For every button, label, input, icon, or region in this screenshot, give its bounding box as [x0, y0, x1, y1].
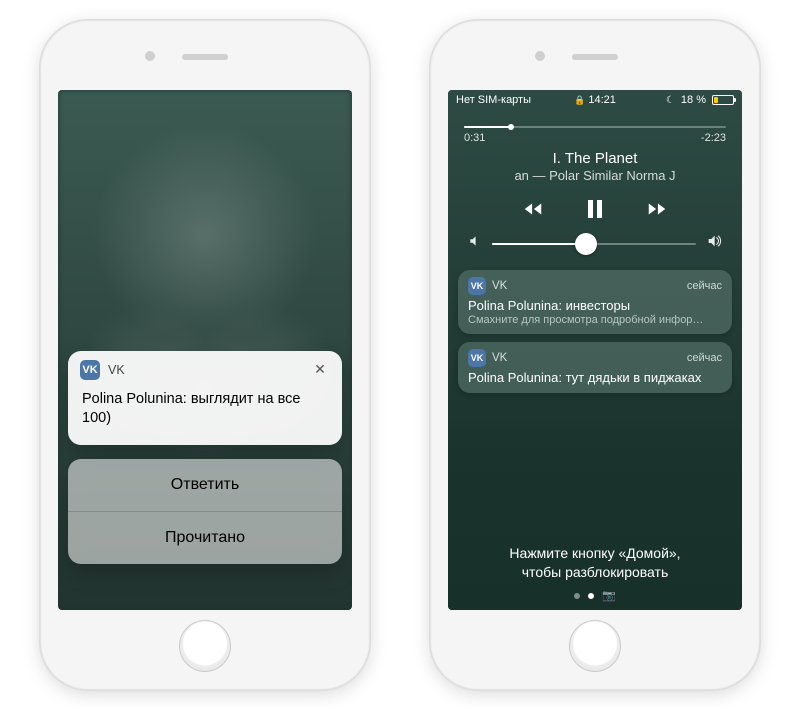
screen-right: Нет SIM-карты 🔒14:21 ☾ 18 % 0:31 -2:23 I…	[448, 90, 742, 610]
status-bar: Нет SIM-карты 🔒14:21 ☾ 18 %	[448, 90, 742, 110]
battery-icon	[712, 95, 734, 105]
volume-slider[interactable]	[492, 243, 696, 245]
notification-app-name: VK	[492, 352, 507, 364]
track-artist: an — Polar Similar Norma J	[464, 168, 726, 183]
notification-time: сейчас	[687, 280, 722, 292]
vk-app-icon: VK	[80, 360, 100, 380]
lockscreen-notification[interactable]: VK VK сейчас Polina Polunina: тут дядьки…	[458, 342, 732, 393]
vk-app-icon: VK	[468, 277, 486, 295]
next-track-button[interactable]	[643, 197, 671, 221]
page-dot-active	[588, 593, 594, 599]
elapsed-time: 0:31	[464, 132, 485, 144]
phone-frame-right: Нет SIM-карты 🔒14:21 ☾ 18 % 0:31 -2:23 I…	[430, 20, 760, 690]
notification-app-name: VK	[492, 280, 507, 292]
notification-message: Polina Polunina: выглядит на все 100)	[68, 384, 342, 445]
close-icon[interactable]: ✕	[310, 360, 330, 380]
previous-track-button[interactable]	[519, 197, 547, 221]
volume-high-icon	[706, 233, 722, 254]
notification-header: VK VK ✕	[68, 351, 342, 384]
page-indicator: 📷	[448, 589, 742, 602]
volume-low-icon	[468, 234, 482, 253]
reply-button[interactable]: Ответить	[68, 459, 342, 511]
phone-frame-left: VK VK ✕ Polina Polunina: выглядит на все…	[40, 20, 370, 690]
notification-time: сейчас	[687, 352, 722, 364]
media-player: 0:31 -2:23 I. The Planet an — Polar Simi…	[448, 110, 742, 260]
lock-icon: 🔒	[574, 95, 585, 105]
screen-left: VK VK ✕ Polina Polunina: выглядит на все…	[58, 90, 352, 610]
notification-actions-panel: Ответить Прочитано	[68, 459, 342, 564]
pause-button[interactable]	[581, 197, 609, 221]
vk-app-icon: VK	[468, 349, 486, 367]
unlock-hint: Нажмите кнопку «Домой», чтобы разблокиро…	[448, 544, 742, 582]
camera-icon[interactable]: 📷	[602, 589, 616, 602]
home-button[interactable]	[179, 620, 231, 672]
notification-hint: Смахните для просмотра подробной инфор…	[468, 314, 722, 326]
mark-read-button[interactable]: Прочитано	[68, 511, 342, 564]
notification-app-name: VK	[108, 363, 125, 377]
notification-message: Polina Polunina: тут дядьки в пиджаках	[468, 370, 722, 385]
home-button[interactable]	[569, 620, 621, 672]
lockscreen-notification[interactable]: VK VK сейчас Polina Polunina: инвесторы …	[458, 270, 732, 334]
notification-card[interactable]: VK VK ✕ Polina Polunina: выглядит на все…	[68, 351, 342, 445]
status-time: 14:21	[588, 94, 616, 106]
page-dot	[574, 593, 580, 599]
unlock-hint-line1: Нажмите кнопку «Домой»,	[509, 545, 680, 561]
notification-message: Polina Polunina: инвесторы	[468, 298, 722, 313]
remaining-time: -2:23	[701, 132, 726, 144]
unlock-hint-line2: чтобы разблокировать	[522, 564, 668, 580]
playback-scrubber[interactable]	[464, 126, 726, 128]
track-title: I. The Planet	[464, 150, 726, 167]
